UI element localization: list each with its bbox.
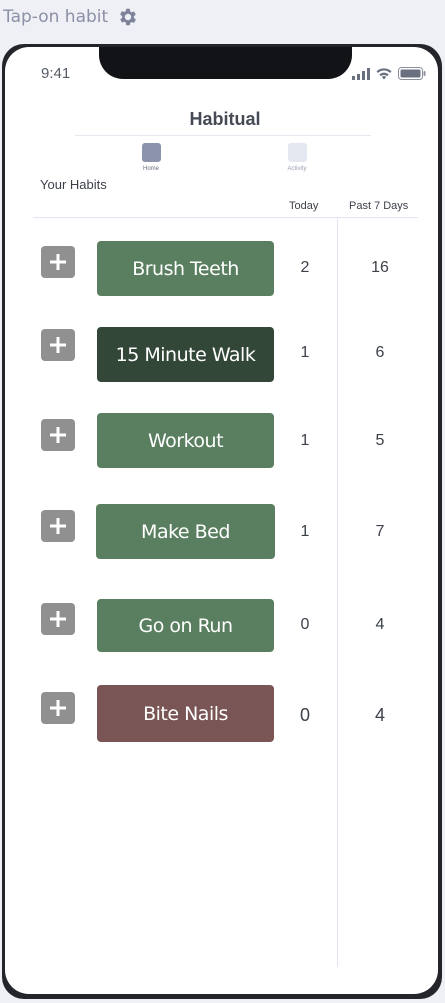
increment-button[interactable] xyxy=(41,419,75,451)
habit-row: 15 Minute Walk 1 6 xyxy=(5,327,438,387)
today-column-header: Today xyxy=(289,200,319,212)
habit-row: Brush Teeth 2 16 xyxy=(5,240,438,300)
habit-button[interactable]: Bite Nails xyxy=(97,685,274,742)
plus-icon xyxy=(50,518,66,534)
increment-button[interactable] xyxy=(41,510,75,542)
past-7-days-count: 6 xyxy=(375,344,385,361)
activity-tab-icon xyxy=(287,143,307,162)
increment-button[interactable] xyxy=(41,329,75,361)
past-7-days-count: 4 xyxy=(375,616,385,633)
increment-button[interactable] xyxy=(41,692,75,724)
title-divider xyxy=(75,135,371,136)
tab-activity[interactable]: Activity xyxy=(267,143,327,172)
phone-frame: 9:41 Habitual Home Activity Your Habits … xyxy=(2,44,442,999)
past-7-days-column-header: Past 7 Days xyxy=(349,200,409,212)
signal-icon xyxy=(352,67,370,85)
status-time: 9:41 xyxy=(41,65,71,82)
phone-notch xyxy=(99,47,352,79)
past-7-days-count: 4 xyxy=(374,705,385,725)
past-7-days-count: 16 xyxy=(371,259,389,276)
habit-row: Go on Run 0 4 xyxy=(5,599,438,659)
wifi-icon xyxy=(376,67,392,85)
past-7-days-count: 7 xyxy=(375,523,385,540)
top-bar: Tap-on habit xyxy=(0,0,445,34)
plus-icon xyxy=(50,700,66,716)
header-divider xyxy=(33,217,418,218)
increment-button[interactable] xyxy=(41,246,75,278)
increment-button[interactable] xyxy=(41,603,75,635)
habit-button[interactable]: Go on Run xyxy=(97,599,274,652)
page-title: Tap-on habit xyxy=(3,7,109,27)
plus-icon xyxy=(50,611,66,627)
tab-home[interactable]: Home xyxy=(121,143,181,172)
gear-icon[interactable] xyxy=(117,6,139,28)
tab-activity-label: Activity xyxy=(287,166,307,172)
habit-button[interactable]: Workout xyxy=(97,413,274,468)
app-title: Habitual xyxy=(189,109,261,129)
past-7-days-count: 5 xyxy=(375,432,385,449)
habit-button[interactable]: Brush Teeth xyxy=(97,241,274,296)
habit-button[interactable]: Make Bed xyxy=(96,504,275,559)
habit-row: Make Bed 1 7 xyxy=(5,504,438,564)
habit-row: Bite Nails 0 4 xyxy=(5,684,438,744)
today-count: 1 xyxy=(300,344,310,361)
battery-icon xyxy=(398,67,426,85)
today-count: 1 xyxy=(300,523,310,540)
your-habits-label: Your Habits xyxy=(40,177,107,192)
habit-row: Workout 1 5 xyxy=(5,413,438,473)
plus-icon xyxy=(50,337,66,353)
today-count: 0 xyxy=(300,616,310,633)
plus-icon xyxy=(50,254,66,270)
tab-home-label: Home xyxy=(142,166,159,172)
today-count: 1 xyxy=(300,432,310,449)
today-count: 0 xyxy=(299,705,310,725)
home-tab-icon xyxy=(141,143,161,162)
today-count: 2 xyxy=(300,259,310,276)
status-icons xyxy=(352,67,426,85)
phone-screen: 9:41 Habitual Home Activity Your Habits … xyxy=(5,47,438,994)
plus-icon xyxy=(50,427,66,443)
habit-button[interactable]: 15 Minute Walk xyxy=(97,327,274,382)
